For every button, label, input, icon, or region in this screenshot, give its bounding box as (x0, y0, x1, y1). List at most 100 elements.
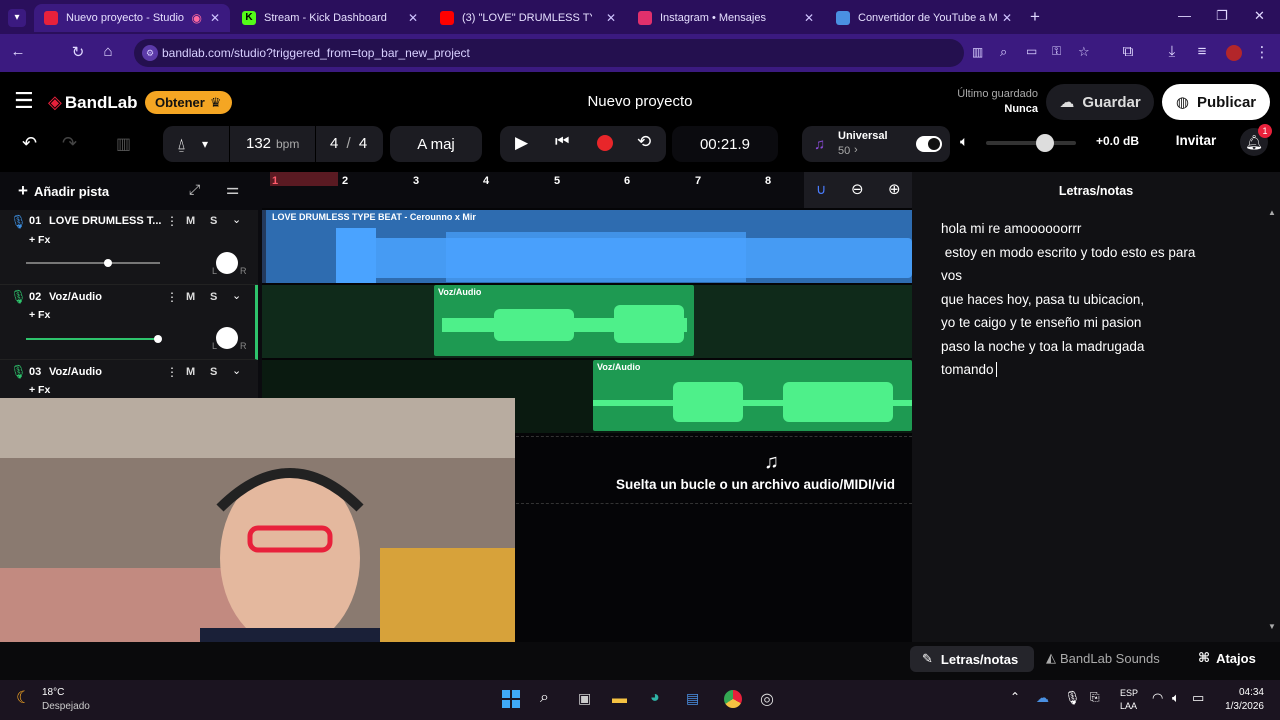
key-selector[interactable]: A maj (390, 126, 482, 162)
mute-button[interactable]: M (186, 215, 195, 227)
publicar-button[interactable]: ◍ Publicar (1162, 84, 1270, 120)
pan-knob[interactable] (216, 252, 238, 274)
atajos-button[interactable]: ⌘ Atajos (1198, 650, 1256, 666)
mute-button[interactable]: M (186, 366, 195, 378)
tab-close-icon[interactable]: ✕ (804, 11, 814, 25)
ruler[interactable]: 1 2 3 4 5 6 7 8 ∪ ⊖ ⊕ (262, 172, 912, 208)
tab-close-icon[interactable]: ✕ (408, 11, 418, 25)
pan-knob[interactable] (216, 327, 238, 349)
scroll-down-icon[interactable]: ▼ (1268, 622, 1276, 631)
metronome-icon[interactable]: ⍙ (177, 136, 186, 153)
profile-avatar[interactable] (1226, 45, 1242, 61)
track-volume-slider[interactable] (26, 335, 162, 343)
volume-knob[interactable] (1036, 134, 1054, 152)
network-tray-icon[interactable]: ⎘ (1090, 690, 1100, 705)
mic-tray-icon[interactable]: 🎙︎ (1064, 690, 1081, 706)
reload-icon[interactable]: ↻ (68, 43, 88, 61)
track-header-3[interactable]: 🎙︎ 03 Voz/Audio ⋮ M S ⌄ + Fx (0, 360, 258, 400)
drop-zone[interactable]: ♫ Suelta un bucle o un archivo audio/MID… (516, 436, 912, 504)
invitar-button[interactable]: Invitar (1166, 133, 1226, 148)
zoom-icon[interactable]: ⌕ (1000, 44, 1007, 60)
bandlab-sounds-tab[interactable]: ◭ BandLab Sounds (1046, 650, 1160, 666)
tab-converter[interactable]: Convertidor de YouTube a MP3 ✕ (826, 4, 1022, 32)
volume-handle[interactable] (154, 335, 162, 343)
chevron-down-icon[interactable]: ⌄ (232, 289, 241, 302)
home-icon[interactable]: ⌂ (98, 43, 118, 60)
cast-icon[interactable]: ▭ (1026, 44, 1037, 58)
tab-close-icon[interactable]: ✕ (1002, 11, 1012, 25)
volume-tray-icon[interactable]: 🔈︎ (1172, 690, 1180, 706)
wifi-icon[interactable]: ◠ (1152, 690, 1163, 706)
chrome-menu-icon[interactable]: ⋮ (1252, 43, 1272, 61)
master-volume-slider[interactable] (986, 134, 1076, 152)
snap-magnet-icon[interactable]: ∪ (816, 181, 826, 198)
guardar-button[interactable]: ☁ Guardar (1046, 84, 1154, 120)
address-bar[interactable]: ⚙ bandlab.com/studio?triggered_from=top_… (134, 39, 1090, 67)
site-info-icon[interactable]: ⚙ (142, 45, 158, 61)
obtener-button[interactable]: Obtener ♛ (145, 91, 232, 114)
redo-icon[interactable]: ↷ (62, 133, 77, 154)
lyrics-editor[interactable]: hola mi re amoooooorrr estoy en modo esc… (941, 217, 1261, 627)
tab-search-icon[interactable]: ▾ (8, 9, 26, 27)
automation-icon[interactable]: ⤢ (189, 181, 200, 198)
mute-button[interactable]: M (186, 291, 195, 303)
tab-youtube[interactable]: (3) "LOVE" DRUMLESS TYPE BEA ✕ (430, 4, 626, 32)
obs-icon[interactable]: ◎ (760, 689, 774, 709)
undo-icon[interactable]: ↶ (22, 133, 37, 154)
extensions-icon[interactable]: ⧉ (1118, 43, 1138, 60)
loop-region[interactable] (270, 172, 338, 186)
bpm-value[interactable]: 132 (246, 135, 271, 152)
chrome-taskbar-icon[interactable] (722, 688, 744, 710)
tray-chevron-icon[interactable]: ⌃ (1010, 690, 1020, 704)
clip-voz-2[interactable]: Voz/Audio (593, 360, 912, 431)
file-explorer-icon[interactable]: ▬ (612, 690, 627, 707)
project-title[interactable]: Nuevo proyecto (540, 93, 740, 110)
mixer-icon[interactable]: ▥ (116, 134, 131, 154)
minimize-icon[interactable]: — (1178, 8, 1191, 23)
solo-button[interactable]: S (210, 366, 217, 378)
track-name[interactable]: Voz/Audio (49, 291, 102, 303)
weather-moon-icon[interactable]: ☾ (16, 688, 31, 708)
solo-button[interactable]: S (210, 215, 217, 227)
track-name[interactable]: LOVE DRUMLESS T... (49, 215, 161, 227)
password-key-icon[interactable]: ⚿ (1052, 44, 1061, 59)
tab-close-icon[interactable]: ✕ (606, 11, 616, 25)
track-header-1[interactable]: 🎙︎ 01 LOVE DRUMLESS T... ⋮ M S ⌄ + Fx L … (0, 210, 258, 285)
scroll-up-icon[interactable]: ▲ (1268, 208, 1276, 217)
clock-time[interactable]: 04:34 (1224, 687, 1264, 698)
clock-date[interactable]: 1/3/2026 (1214, 701, 1264, 712)
bookmark-star-icon[interactable]: ☆ (1078, 44, 1090, 60)
task-view-icon[interactable]: ▣ (578, 690, 591, 707)
play-icon[interactable]: ▶ (515, 133, 528, 153)
new-tab-icon[interactable]: + (1030, 7, 1040, 27)
letras-tab[interactable]: ✎ Letras/notas (910, 646, 1034, 672)
record-icon[interactable] (597, 135, 613, 151)
clip-beat[interactable]: LOVE DRUMLESS TYPE BEAT - Cerounno x Mir (266, 210, 912, 283)
speaker-icon[interactable]: 🔈︎ (960, 133, 968, 150)
bandlab-logo[interactable]: ◈ BandLab (48, 92, 138, 113)
track-header-2[interactable]: 🎙︎ 02 Voz/Audio ⋮ M S ⌄ + Fx L R (0, 285, 258, 360)
chevron-down-icon[interactable]: ⌄ (232, 364, 241, 377)
volume-handle[interactable] (104, 259, 112, 267)
back-icon[interactable]: ← (8, 43, 28, 60)
hamburger-menu-icon[interactable]: ☰ (14, 90, 34, 112)
universal-toggle[interactable] (916, 136, 942, 152)
skip-back-icon[interactable]: ⏮ (555, 133, 569, 151)
track-volume-slider[interactable] (26, 259, 160, 267)
loop-icon[interactable]: ⟲ (637, 132, 651, 152)
tab-bandlab[interactable]: Nuevo proyecto - Studio ◉ ✕ (34, 4, 230, 32)
tab-close-icon[interactable]: ✕ (210, 11, 220, 25)
battery-icon[interactable]: ▭ (1192, 690, 1204, 706)
language-layout[interactable]: LAA (1120, 701, 1137, 711)
chevron-down-icon[interactable]: ⌄ (232, 213, 241, 226)
track-menu-icon[interactable]: ⋮ (166, 365, 178, 379)
metronome-options-icon[interactable]: ▾ (202, 137, 208, 151)
track-settings-icon[interactable]: ⚌ (226, 180, 239, 198)
track-name[interactable]: Voz/Audio (49, 366, 102, 378)
language-code[interactable]: ESP (1120, 688, 1138, 698)
search-icon[interactable]: ⌕ (540, 689, 549, 707)
media-control-icon[interactable]: ≡ (1192, 43, 1212, 60)
onedrive-icon[interactable]: ☁ (1036, 690, 1049, 706)
store-icon[interactable]: ▤ (686, 690, 699, 707)
track-menu-icon[interactable]: ⋮ (166, 214, 178, 228)
